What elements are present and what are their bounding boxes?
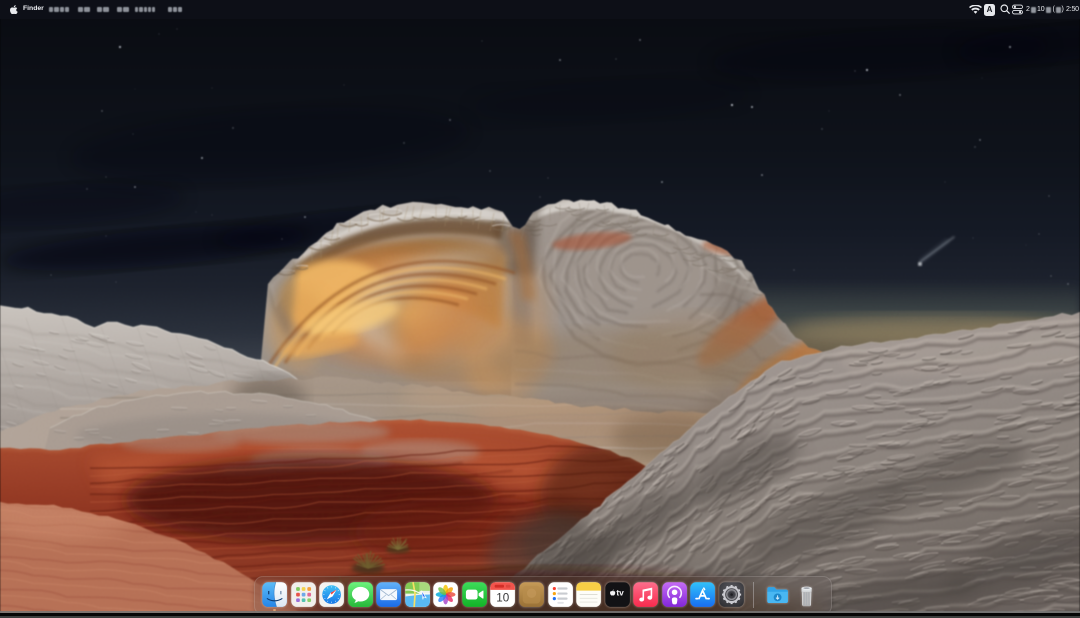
svg-text:10: 10 [497,592,510,605]
svg-text:tv: tv [616,588,624,598]
